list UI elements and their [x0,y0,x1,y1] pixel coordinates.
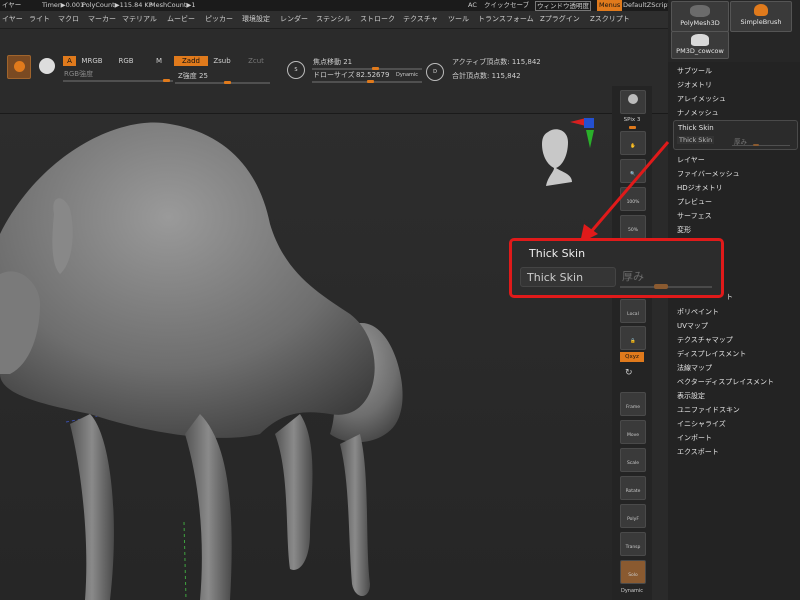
thick-skin-callout: Thick Skin Thick Skin 厚み [509,238,724,298]
callout-header[interactable]: Thick Skin [529,247,585,260]
callout-thick-skin-button[interactable]: Thick Skin [520,267,616,287]
annotation-arrow [580,141,670,243]
callout-thickness-label: 厚み [622,270,644,283]
callout-thickness-knob[interactable] [654,284,668,289]
